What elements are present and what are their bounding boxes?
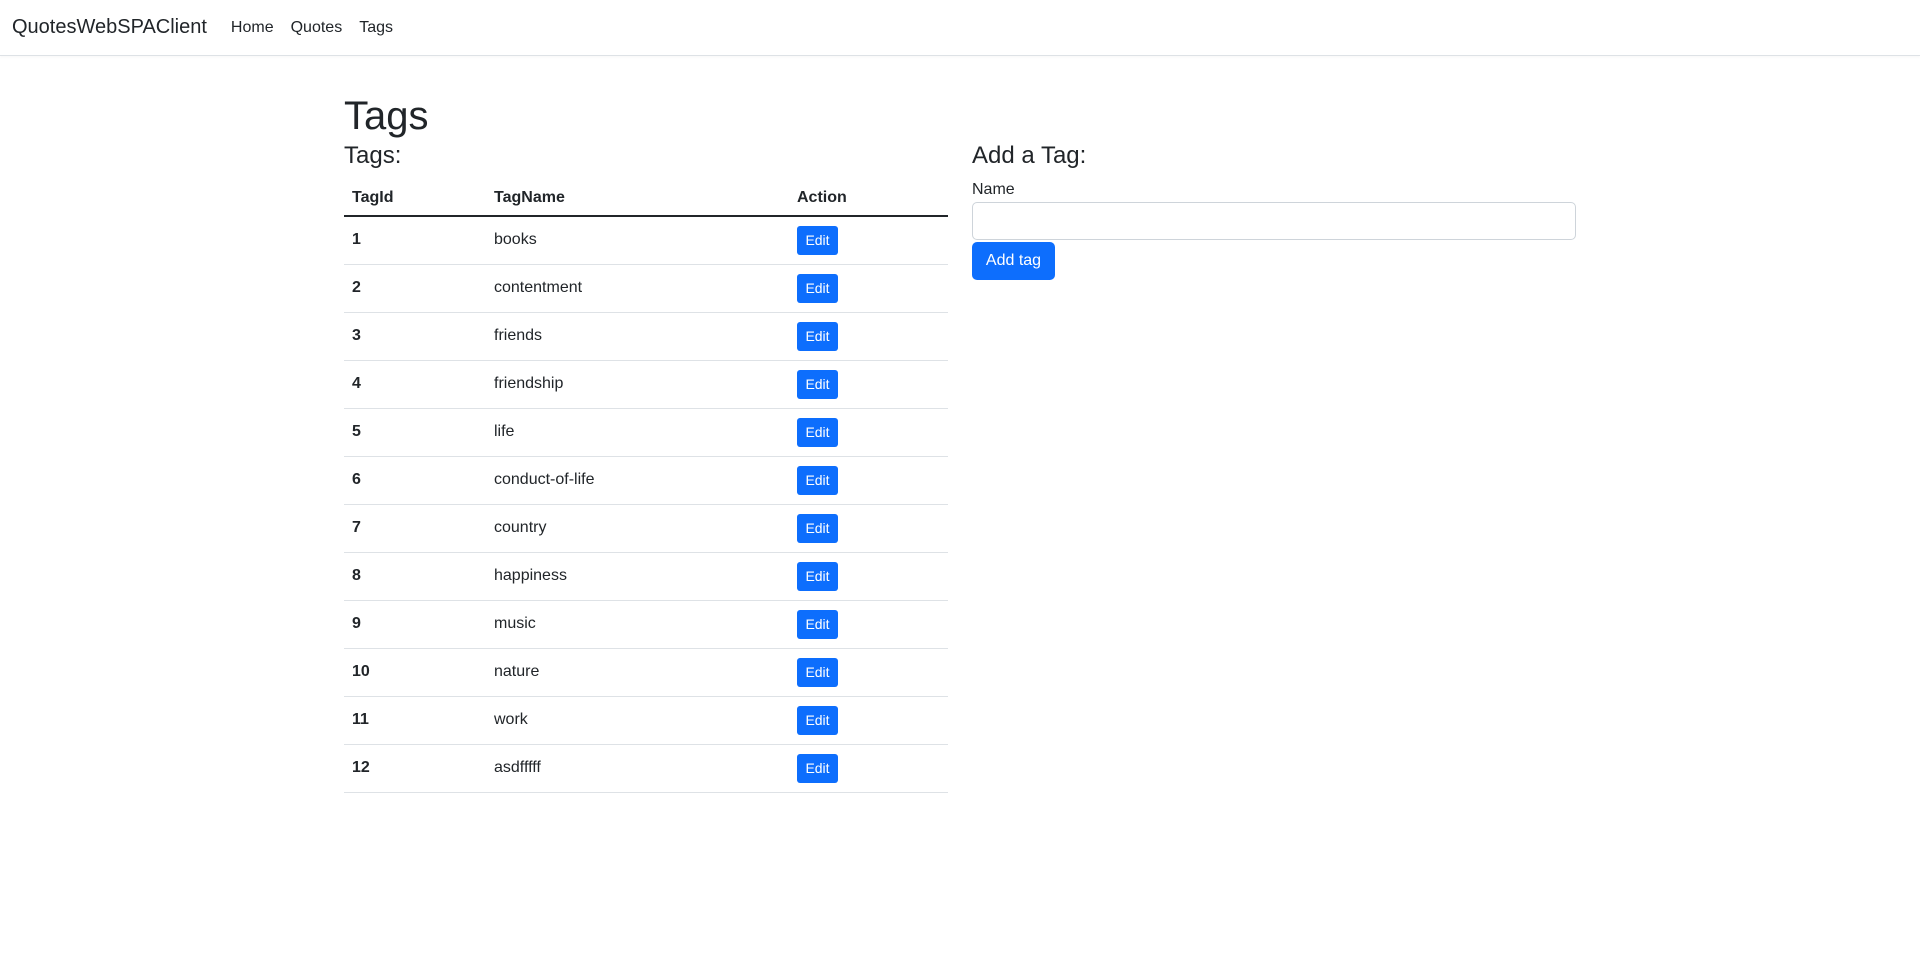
edit-tag-button[interactable]: Edit	[797, 369, 838, 399]
tag-name-cell: contentment	[486, 264, 789, 313]
tag-id-cell: 12	[344, 744, 486, 793]
column-header-tagid: TagId	[344, 180, 486, 217]
edit-tag-button[interactable]: Edit	[797, 273, 838, 303]
edit-tag-button[interactable]: Edit	[797, 561, 838, 591]
table-row: 2 contentment Edit	[344, 264, 948, 313]
add-tag-section: Add a Tag: Name Add tag	[972, 142, 1576, 793]
tag-id-cell: 9	[344, 600, 486, 649]
tag-id-cell: 1	[344, 216, 486, 265]
edit-tag-button[interactable]: Edit	[797, 753, 838, 783]
tag-id-cell: 3	[344, 312, 486, 361]
tag-action-cell: Edit	[789, 552, 948, 601]
tag-action-cell: Edit	[789, 504, 948, 553]
tag-name-cell: books	[486, 216, 789, 265]
tag-name-cell: nature	[486, 648, 789, 697]
edit-tag-button[interactable]: Edit	[797, 657, 838, 687]
tag-name-input[interactable]	[972, 202, 1576, 240]
tag-id-cell: 7	[344, 504, 486, 553]
edit-tag-button[interactable]: Edit	[797, 321, 838, 351]
tag-action-cell: Edit	[789, 744, 948, 793]
add-tag-title: Add a Tag:	[972, 142, 1087, 169]
tag-action-cell: Edit	[789, 696, 948, 745]
table-row: 12 asdfffff Edit	[344, 744, 948, 793]
tag-action-cell: Edit	[789, 216, 948, 265]
table-row: 8 happiness Edit	[344, 552, 948, 601]
tag-id-cell: 6	[344, 456, 486, 505]
edit-tag-button[interactable]: Edit	[797, 417, 838, 447]
column-header-action: Action	[789, 180, 948, 217]
tag-name-cell: work	[486, 696, 789, 745]
name-label: Name	[972, 181, 1015, 198]
tag-id-cell: 4	[344, 360, 486, 409]
tag-action-cell: Edit	[789, 408, 948, 457]
page-title: Tags	[344, 94, 429, 138]
tag-name-cell: asdfffff	[486, 744, 789, 793]
main-content: Tags Tags: TagId TagName Action 1 books Ed…	[344, 56, 1576, 793]
tag-action-cell: Edit	[789, 456, 948, 505]
edit-tag-button[interactable]: Edit	[797, 705, 838, 735]
tag-id-cell: 8	[344, 552, 486, 601]
add-tag-button[interactable]: Add tag	[972, 242, 1055, 280]
table-row: 6 conduct-of-life Edit	[344, 456, 948, 505]
tag-id-cell: 11	[344, 696, 486, 745]
table-row: 10 nature Edit	[344, 648, 948, 697]
tag-action-cell: Edit	[789, 312, 948, 361]
tag-action-cell: Edit	[789, 648, 948, 697]
edit-tag-button[interactable]: Edit	[797, 225, 838, 255]
tag-name-cell: life	[486, 408, 789, 457]
content-row: Tags: TagId TagName Action 1 books Edit 2 co…	[344, 142, 1576, 793]
tag-name-cell: happiness	[486, 552, 789, 601]
brand-link[interactable]: QuotesWebSPAClient	[12, 16, 207, 39]
navbar: QuotesWebSPAClient Home Quotes Tags	[0, 0, 1920, 56]
tag-id-cell: 5	[344, 408, 486, 457]
column-header-tagname: TagName	[486, 180, 789, 217]
nav-link-tags[interactable]: Tags	[359, 19, 393, 37]
table-row: 1 books Edit	[344, 216, 948, 265]
tag-id-cell: 10	[344, 648, 486, 697]
table-row: 9 music Edit	[344, 600, 948, 649]
tag-name-cell: friendship	[486, 360, 789, 409]
tags-list-section: Tags: TagId TagName Action 1 books Edit 2 co…	[344, 142, 948, 793]
nav-links: Home Quotes Tags	[231, 19, 410, 37]
tags-table-body: 1 books Edit 2 contentment Edit 3 friends Edit 4 f…	[344, 216, 948, 793]
tag-action-cell: Edit	[789, 264, 948, 313]
tags-list-title: Tags:	[344, 142, 402, 169]
tag-name-cell: music	[486, 600, 789, 649]
table-row: 7 country Edit	[344, 504, 948, 553]
table-row: 3 friends Edit	[344, 312, 948, 361]
tag-action-cell: Edit	[789, 360, 948, 409]
table-row: 5 life Edit	[344, 408, 948, 457]
table-row: 11 work Edit	[344, 696, 948, 745]
tag-id-cell: 2	[344, 264, 486, 313]
nav-link-home[interactable]: Home	[231, 19, 274, 37]
tag-action-cell: Edit	[789, 600, 948, 649]
table-header-row: TagId TagName Action	[344, 180, 948, 217]
edit-tag-button[interactable]: Edit	[797, 609, 838, 639]
tag-name-cell: conduct-of-life	[486, 456, 789, 505]
table-row: 4 friendship Edit	[344, 360, 948, 409]
edit-tag-button[interactable]: Edit	[797, 513, 838, 543]
nav-link-quotes[interactable]: Quotes	[291, 19, 343, 37]
tag-name-cell: country	[486, 504, 789, 553]
edit-tag-button[interactable]: Edit	[797, 465, 838, 495]
tag-name-cell: friends	[486, 312, 789, 361]
tags-table: TagId TagName Action 1 books Edit 2 contentm…	[344, 180, 948, 793]
